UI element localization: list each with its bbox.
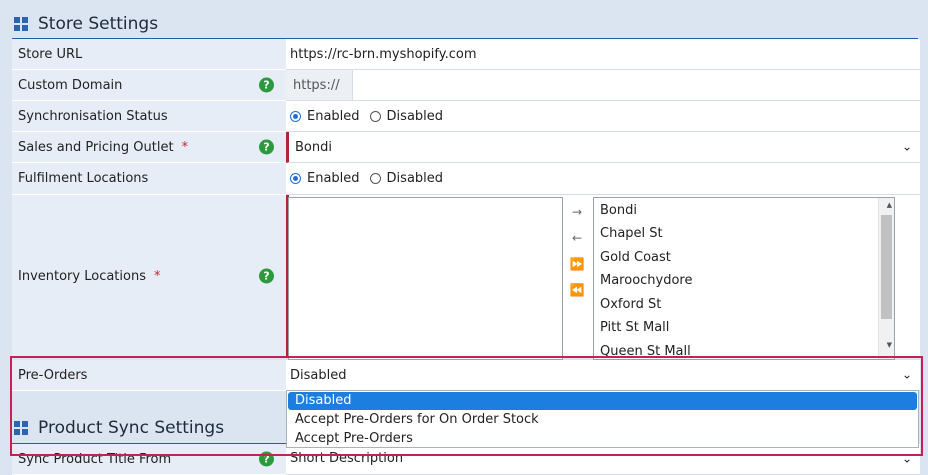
scroll-down-icon[interactable]: ▼ bbox=[887, 341, 892, 349]
sync-disabled-label[interactable]: Disabled bbox=[387, 109, 443, 124]
title-from-label-text: Sync Product Title From bbox=[18, 451, 172, 467]
list-item[interactable]: Queen St Mall bbox=[600, 344, 691, 359]
pre-orders-label-text: Pre-Orders bbox=[18, 367, 88, 383]
sync-enabled-label[interactable]: Enabled bbox=[307, 109, 360, 124]
section-title-text: Store Settings bbox=[38, 14, 159, 34]
move-right-icon[interactable]: → bbox=[569, 204, 585, 220]
title-from-value: Short Description bbox=[290, 450, 404, 466]
sync-status-label: Synchronisation Status bbox=[12, 101, 286, 132]
sales-outlet-select[interactable]: Bondi ⌄ bbox=[286, 132, 920, 163]
sales-outlet-value: Bondi bbox=[295, 139, 332, 155]
custom-domain-label: Custom Domain ? bbox=[12, 70, 286, 101]
title-from-select[interactable]: Short Description ⌄ bbox=[286, 444, 920, 475]
move-all-right-icon[interactable]: ⏩ bbox=[569, 256, 585, 272]
list-item[interactable]: Chapel St bbox=[600, 226, 663, 241]
inventory-label-text: Inventory Locations bbox=[18, 268, 146, 284]
dropdown-option[interactable]: Disabled bbox=[288, 392, 917, 410]
fulfilment-field: Enabled Disabled bbox=[286, 163, 920, 195]
help-icon[interactable]: ? bbox=[259, 268, 274, 284]
fulfilment-enabled-label[interactable]: Enabled bbox=[307, 171, 360, 186]
move-all-left-icon[interactable]: ⏪ bbox=[569, 282, 585, 298]
store-url-value: https://rc-brn.myshopify.com bbox=[290, 46, 477, 62]
fulfilment-label-text: Fulfilment Locations bbox=[18, 171, 149, 186]
store-settings-title: Store Settings bbox=[14, 11, 158, 37]
store-url-label-text: Store URL bbox=[18, 46, 83, 62]
custom-domain-label-text: Custom Domain bbox=[18, 77, 123, 93]
list-item[interactable]: Gold Coast bbox=[600, 250, 671, 265]
help-icon[interactable]: ? bbox=[259, 77, 274, 93]
store-url-field[interactable]: https://rc-brn.myshopify.com bbox=[286, 39, 920, 70]
dropdown-option[interactable]: Accept Pre-Orders for On Order Stock bbox=[287, 410, 918, 429]
sales-outlet-label-text: Sales and Pricing Outlet bbox=[18, 139, 174, 155]
dropdown-option[interactable]: Accept Pre-Orders bbox=[287, 429, 918, 448]
chevron-down-icon: ⌄ bbox=[901, 367, 912, 382]
move-left-icon[interactable]: ← bbox=[569, 230, 585, 246]
store-url-label: Store URL bbox=[12, 39, 286, 70]
list-item[interactable]: Maroochydore bbox=[600, 273, 693, 288]
required-mark: * bbox=[181, 139, 189, 155]
selected-locations-list[interactable] bbox=[288, 197, 563, 360]
required-mark: * bbox=[153, 268, 161, 284]
help-icon[interactable]: ? bbox=[259, 139, 274, 155]
scroll-up-icon[interactable]: ▲ bbox=[887, 201, 892, 209]
scrollbar[interactable]: ▲ ▼ bbox=[878, 198, 894, 359]
available-locations-list[interactable]: Bondi Chapel St Gold Coast Maroochydore … bbox=[593, 197, 895, 360]
fulfilment-disabled-radio[interactable] bbox=[369, 173, 381, 184]
pre-orders-label: Pre-Orders bbox=[12, 360, 286, 391]
grid-icon bbox=[14, 421, 28, 435]
fulfilment-disabled-label[interactable]: Disabled bbox=[387, 171, 443, 186]
pre-orders-select[interactable]: Disabled ⌄ bbox=[286, 360, 920, 391]
scroll-thumb[interactable] bbox=[881, 215, 892, 319]
list-item[interactable]: Oxford St bbox=[600, 297, 661, 312]
section-title-text: Product Sync Settings bbox=[38, 418, 225, 438]
chevron-down-icon: ⌄ bbox=[901, 139, 912, 154]
sales-outlet-label: Sales and Pricing Outlet * ? bbox=[12, 132, 286, 163]
custom-domain-field[interactable]: https:// bbox=[286, 70, 920, 101]
list-item[interactable]: Bondi bbox=[600, 203, 637, 218]
product-sync-title: Product Sync Settings bbox=[14, 415, 224, 441]
fulfilment-label: Fulfilment Locations bbox=[12, 163, 286, 195]
grid-icon bbox=[14, 17, 28, 31]
sync-status-label-text: Synchronisation Status bbox=[18, 108, 168, 124]
list-item[interactable]: Pitt St Mall bbox=[600, 320, 669, 335]
pre-orders-value: Disabled bbox=[290, 367, 347, 383]
https-prefix: https:// bbox=[286, 70, 353, 100]
sync-status-field: Enabled Disabled bbox=[286, 101, 920, 132]
chevron-down-icon: ⌄ bbox=[901, 451, 912, 466]
pre-orders-dropdown[interactable]: Disabled Accept Pre-Orders for On Order … bbox=[286, 390, 919, 448]
sync-disabled-radio[interactable] bbox=[369, 110, 381, 122]
inventory-label: Inventory Locations * ? bbox=[12, 195, 286, 358]
sync-enabled-radio[interactable] bbox=[290, 110, 301, 122]
title-from-label: Sync Product Title From ? bbox=[12, 444, 286, 475]
help-icon[interactable]: ? bbox=[259, 451, 274, 467]
fulfilment-enabled-radio[interactable] bbox=[290, 173, 301, 184]
custom-domain-input[interactable] bbox=[353, 70, 920, 100]
